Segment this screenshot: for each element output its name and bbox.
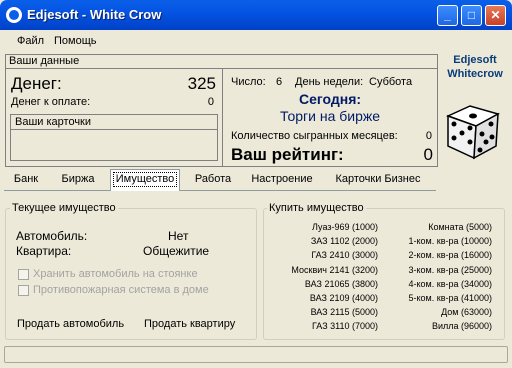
brand-line1: Edjesoft	[453, 54, 497, 66]
car-value: Нет	[168, 229, 189, 243]
sell-car-button[interactable]: Продать автомобиль	[17, 318, 124, 330]
buy-car-item[interactable]: ВАЗ 2109 (4000)	[310, 293, 378, 303]
buy-flat-item[interactable]: Вилла (96000)	[432, 321, 492, 331]
flat-label: Квартира:	[16, 244, 72, 258]
status-bar	[4, 346, 508, 363]
rating-label: Ваш рейтинг:	[231, 145, 344, 164]
tab-exchange[interactable]: Биржа	[55, 171, 101, 190]
buy-car-item[interactable]: ГАЗ 2410 (3000)	[311, 250, 378, 260]
tab-property-label: Имущество	[112, 172, 178, 187]
tab-work[interactable]: Работа	[188, 171, 238, 190]
months-value: 0	[425, 130, 432, 142]
debt-label: Денег к оплате:	[11, 96, 91, 108]
buy-flat-item[interactable]: 2-ком. кв-ра (16000)	[409, 250, 492, 260]
buy-car-item[interactable]: ВАЗ 21065 (3800)	[305, 279, 378, 289]
buy-flat-item[interactable]: Комната (5000)	[428, 222, 492, 232]
rating-value: 0	[423, 145, 433, 164]
menu-file[interactable]: Файл	[17, 35, 44, 47]
money-value: 325	[187, 74, 216, 93]
buy-flat-item[interactable]: 4-ком. кв-ра (34000)	[409, 279, 492, 289]
buy-car-item[interactable]: ГАЗ 3110 (7000)	[312, 321, 378, 331]
buy-flat-item[interactable]: 1-ком. кв-ра (10000)	[409, 236, 492, 246]
user-data-title: Ваши данные	[9, 55, 80, 67]
tab-property[interactable]: Имущество	[110, 169, 180, 191]
cards-title: Ваши карточки	[15, 116, 92, 128]
day-value: 6	[276, 76, 283, 88]
panel-divider	[222, 68, 223, 166]
weekday-value: Суббота	[369, 76, 413, 88]
today-title: Сегодня:	[298, 91, 362, 107]
current-property-title: Текущее имущество	[10, 202, 118, 214]
weekday-label: День недели:	[295, 76, 364, 88]
buy-flat-item[interactable]: Дом (63000)	[441, 307, 492, 317]
car-label: Автомобиль:	[16, 229, 88, 243]
app-icon	[6, 7, 22, 23]
close-button[interactable]: ✕	[485, 5, 506, 26]
fire-checkbox[interactable]	[18, 285, 29, 296]
minimize-button[interactable]: _	[437, 5, 458, 26]
buy-property-title: Купить имущество	[267, 202, 366, 214]
months-label: Количество сыгранных месяцев:	[231, 130, 398, 142]
window-title: Edjesoft - White Crow	[27, 7, 162, 22]
money-label: Денег:	[11, 74, 62, 93]
tab-bank[interactable]: Банк	[4, 171, 48, 190]
menu-help[interactable]: Помощь	[54, 35, 97, 47]
tab-strip-line	[4, 190, 436, 191]
sell-flat-button[interactable]: Продать квартиру	[144, 318, 235, 330]
buy-car-item[interactable]: ЗАЗ 1102 (2000)	[311, 236, 378, 246]
buy-car-item[interactable]: ВАЗ 2115 (5000)	[311, 307, 378, 317]
day-label: Число:	[231, 76, 266, 88]
brand-line2: Whitecrow	[447, 68, 503, 80]
maximize-button[interactable]: □	[461, 5, 482, 26]
tab-mood[interactable]: Настроение	[246, 171, 318, 190]
flat-value: Общежитие	[143, 244, 210, 258]
dice-icon	[446, 105, 500, 160]
parking-label: Хранить автомобиль на стоянке	[33, 268, 198, 280]
debt-value: 0	[207, 96, 214, 108]
buy-car-item[interactable]: Луаз-969 (1000)	[312, 222, 378, 232]
parking-checkbox[interactable]	[18, 269, 29, 280]
fire-label: Противопожарная система в доме	[33, 284, 209, 296]
buy-flat-item[interactable]: 5-ком. кв-ра (41000)	[409, 293, 492, 303]
tab-business-cards[interactable]: Карточки Бизнес	[326, 171, 430, 190]
buy-car-item[interactable]: Москвич 2141 (3200)	[291, 265, 378, 275]
buy-flat-item[interactable]: 3-ком. кв-ра (25000)	[409, 265, 492, 275]
today-event: Торги на бирже	[279, 108, 381, 124]
